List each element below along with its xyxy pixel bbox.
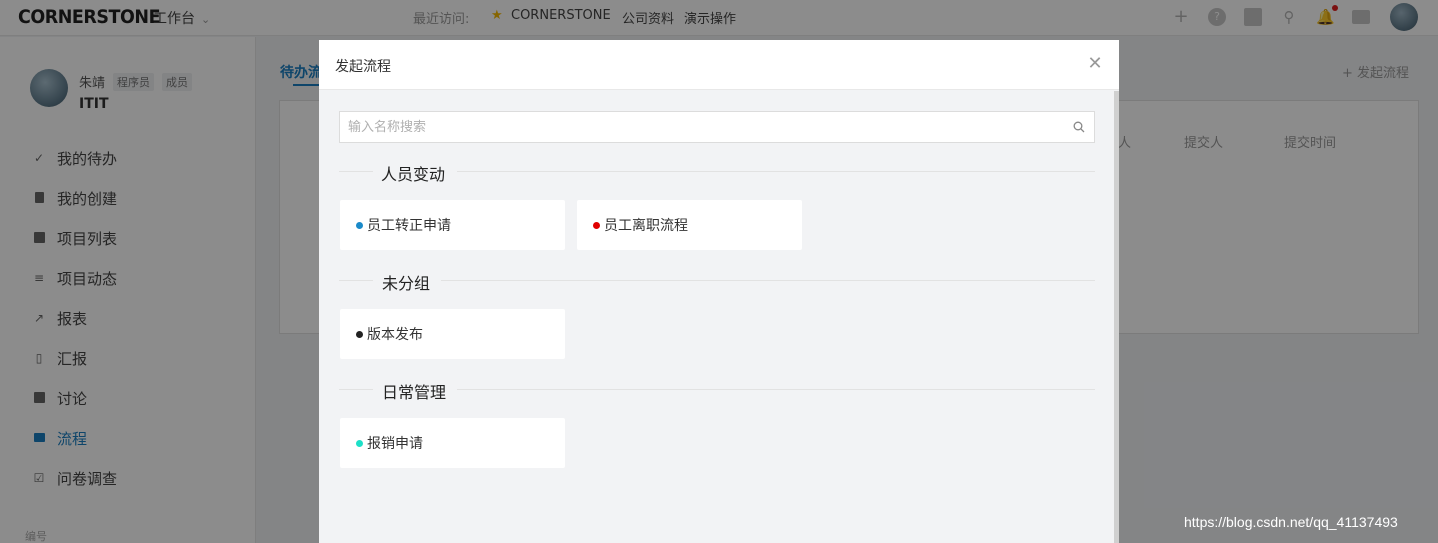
flow-card-release[interactable]: 版本发布 [340,309,565,359]
status-dot [593,221,600,229]
group-divider [457,389,1095,390]
group-divider [457,171,1095,172]
flow-card-label: 版本发布 [367,327,423,343]
search-icon[interactable] [1073,121,1085,133]
status-dot [356,330,363,338]
flow-card-label: 报销申请 [367,436,423,452]
group-divider [339,389,373,390]
group-title-personnel: 人员变动 [381,165,446,184]
dialog-header: 发起流程 ✕ [319,40,1119,90]
close-icon[interactable]: ✕ [1085,54,1105,74]
group-divider [339,171,373,172]
group-title-ungrouped: 未分组 [382,274,431,293]
status-dot [356,221,363,229]
group-title-daily: 日常管理 [382,383,447,402]
group-divider [441,280,1095,281]
search-input[interactable] [340,112,1060,142]
flow-card-label: 员工转正申请 [367,218,451,234]
dialog-title: 发起流程 [335,59,391,75]
flow-card-regularization[interactable]: 员工转正申请 [340,200,565,250]
status-dot [356,439,363,447]
start-flow-dialog: 发起流程 ✕ 人员变动 员工转正申请 员工离职流程 未分组 版本发布 日常管理 … [319,40,1119,543]
search-field[interactable] [339,111,1095,143]
flow-card-label: 员工离职流程 [604,218,688,234]
flow-card-reimbursement[interactable]: 报销申请 [340,418,565,468]
group-divider [339,280,373,281]
dialog-scrollbar[interactable] [1114,91,1119,543]
flow-card-resignation[interactable]: 员工离职流程 [577,200,802,250]
watermark: https://blog.csdn.net/qq_41137493 [1184,514,1398,530]
